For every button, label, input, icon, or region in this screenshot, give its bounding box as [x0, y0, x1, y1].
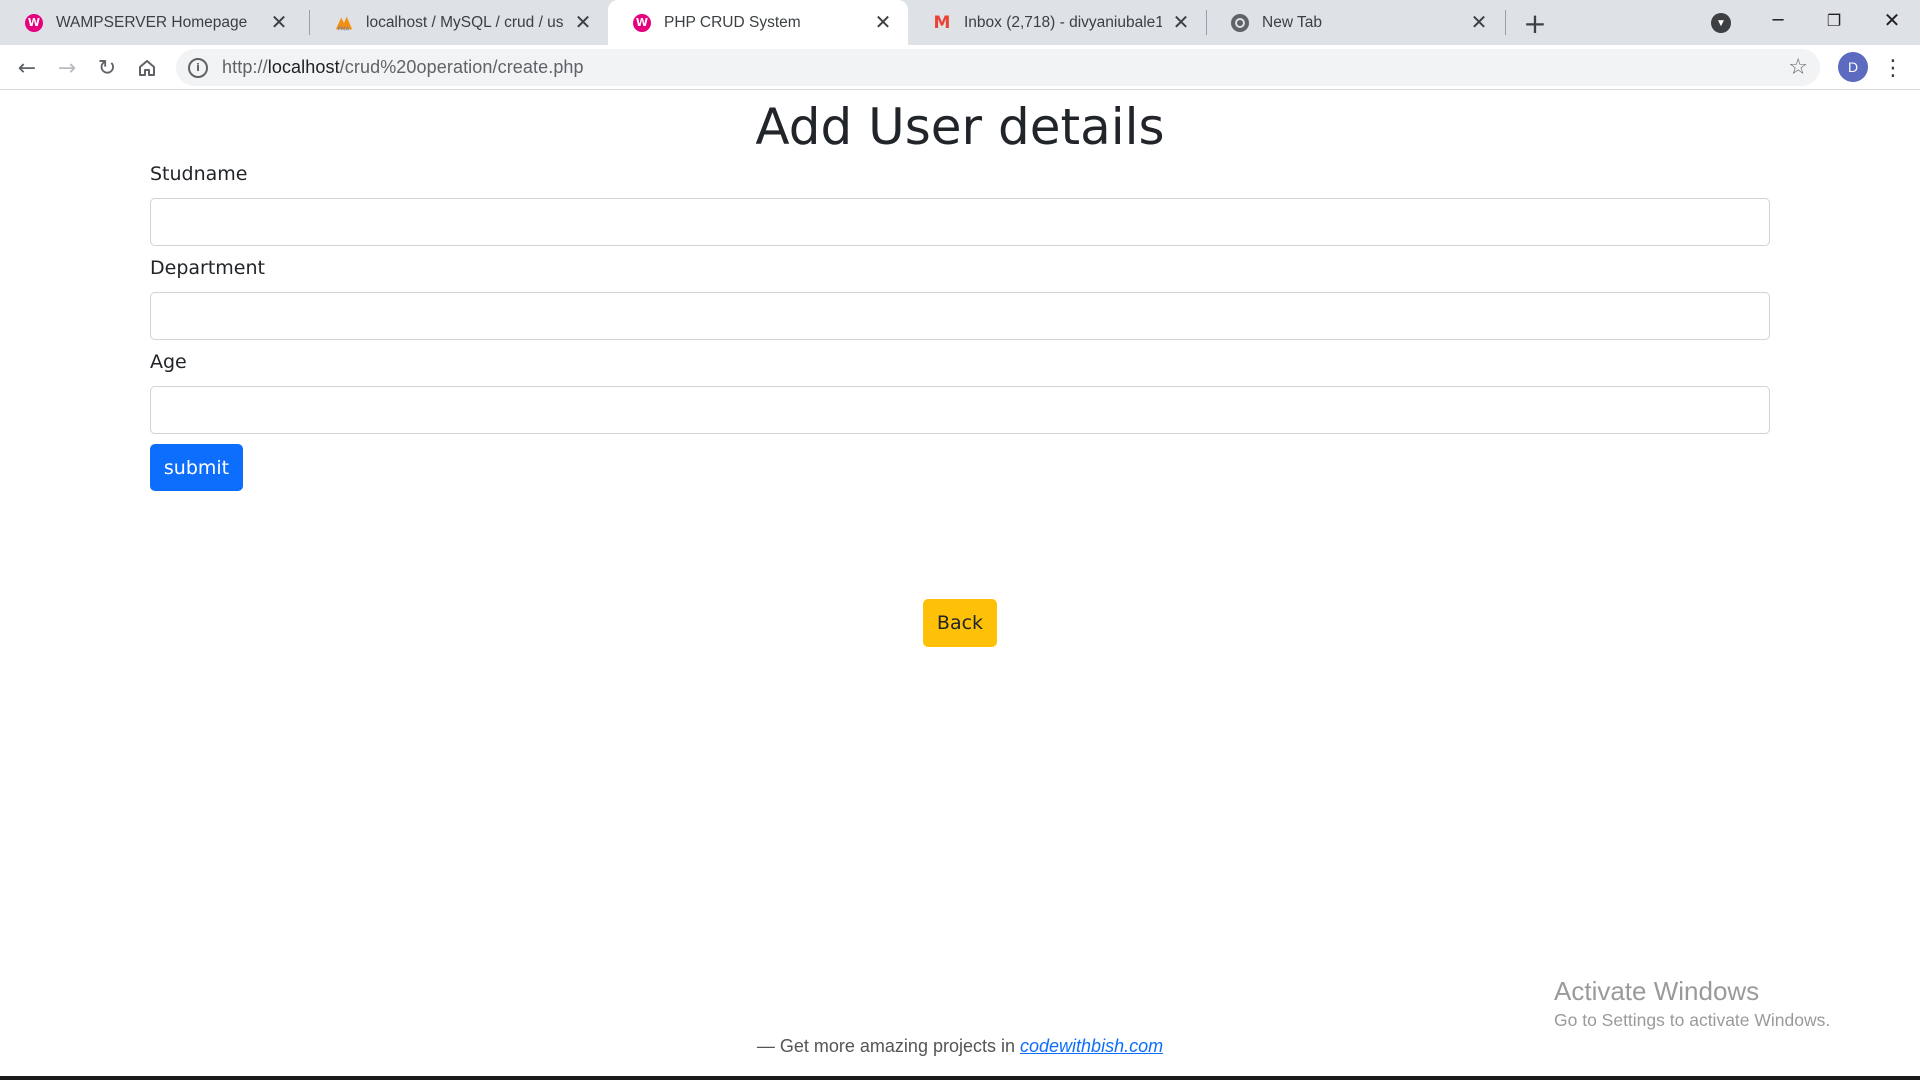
close-icon[interactable]: ✕ [1468, 12, 1490, 34]
back-nav-button[interactable]: ← [10, 51, 44, 85]
profile-avatar[interactable]: D [1838, 52, 1868, 82]
activate-windows-watermark: Activate Windows Go to Settings to activ… [1554, 974, 1830, 1032]
page-content: Add User details Studname Department Age… [0, 90, 1920, 1080]
tab-title: Inbox (2,718) - divyaniubale1809@ [964, 13, 1162, 31]
studname-input[interactable] [150, 198, 1770, 246]
forward-nav-button[interactable]: → [50, 51, 84, 85]
watermark-subtitle: Go to Settings to activate Windows. [1554, 1010, 1831, 1030]
url-host: localhost [267, 57, 340, 77]
chevron-down-icon: ▼ [1711, 13, 1731, 33]
minimize-button[interactable]: ─ [1750, 0, 1806, 40]
tab-new-tab[interactable]: New Tab ✕ [1206, 0, 1504, 45]
new-tab-button[interactable]: + [1518, 6, 1552, 40]
bookmark-star-icon[interactable]: ☆ [1788, 55, 1808, 80]
close-icon[interactable]: ✕ [268, 12, 290, 34]
close-icon[interactable]: ✕ [1170, 12, 1192, 34]
tab-search-button[interactable]: ▼ [1707, 9, 1735, 37]
url-scheme: http:// [222, 57, 268, 77]
wampserver-icon: W [632, 13, 652, 33]
phpmyadmin-icon: PMA [334, 13, 354, 33]
watermark-title: Activate Windows [1554, 976, 1760, 1006]
tab-divider [1505, 10, 1506, 35]
restore-icon: ❐ [1826, 10, 1842, 30]
window-close-button[interactable]: ✕ [1864, 0, 1920, 40]
studname-label: Studname [150, 163, 248, 185]
department-label: Department [150, 257, 265, 279]
age-label: Age [150, 351, 187, 373]
footer: — Get more amazing projects in codewithb… [0, 1036, 1920, 1057]
close-icon[interactable]: ✕ [872, 12, 894, 34]
svg-text:PMA: PMA [338, 26, 350, 32]
tab-title: WAMPSERVER Homepage [56, 13, 248, 31]
close-icon: ✕ [1883, 8, 1901, 32]
arrow-right-icon: → [57, 55, 77, 81]
footer-link[interactable]: codewithbish.com [1020, 1036, 1163, 1056]
tab-title: PHP CRUD System [664, 13, 801, 31]
page-title: Add User details [755, 98, 1165, 156]
info-icon[interactable]: i [188, 57, 208, 78]
more-vertical-icon: ⋮ [1882, 55, 1904, 81]
back-button[interactable]: Back [923, 599, 997, 647]
minimize-icon: ─ [1772, 9, 1784, 31]
chrome-icon [1230, 13, 1250, 33]
restore-button[interactable]: ❐ [1806, 0, 1862, 40]
close-icon[interactable]: ✕ [572, 12, 594, 34]
browser-tab-strip: W WAMPSERVER Homepage ✕ PMA localhost / … [0, 0, 1920, 45]
url-path: /crud%20operation/create.php [339, 57, 584, 77]
browser-menu-button[interactable]: ⋮ [1880, 51, 1906, 85]
browser-toolbar: ← → ↻ i http://localhost/crud%20operatio… [0, 45, 1920, 90]
taskbar-edge [0, 1076, 1920, 1080]
add-user-form: Studname Department Age submit [150, 162, 1770, 491]
tab-phpmyadmin[interactable]: PMA localhost / MySQL / crud / users | ✕ [310, 0, 608, 45]
gmail-icon: M [933, 12, 951, 33]
reload-icon: ↻ [97, 55, 117, 81]
home-button[interactable] [130, 51, 164, 85]
wampserver-icon: W [24, 13, 44, 33]
department-input[interactable] [150, 292, 1770, 340]
plus-icon: + [1523, 6, 1547, 40]
home-icon [139, 60, 155, 76]
url-text: http://localhost/crud%20operation/create… [222, 57, 584, 78]
tab-title: localhost / MySQL / crud / users | [366, 13, 564, 31]
reload-button[interactable]: ↻ [90, 51, 124, 85]
tab-gmail-inbox[interactable]: M Inbox (2,718) - divyaniubale1809@ ✕ [908, 0, 1206, 45]
submit-button[interactable]: submit [150, 444, 243, 491]
tab-title: New Tab [1262, 13, 1323, 31]
arrow-left-icon: ← [17, 55, 37, 81]
tab-wampserver-homepage[interactable]: W WAMPSERVER Homepage ✕ [0, 0, 304, 45]
footer-text: — Get more amazing projects in [756, 1036, 1015, 1056]
tab-php-crud-system[interactable]: W PHP CRUD System ✕ [608, 0, 908, 45]
age-input[interactable] [150, 386, 1770, 434]
address-bar[interactable]: i http://localhost/crud%20operation/crea… [176, 49, 1820, 86]
